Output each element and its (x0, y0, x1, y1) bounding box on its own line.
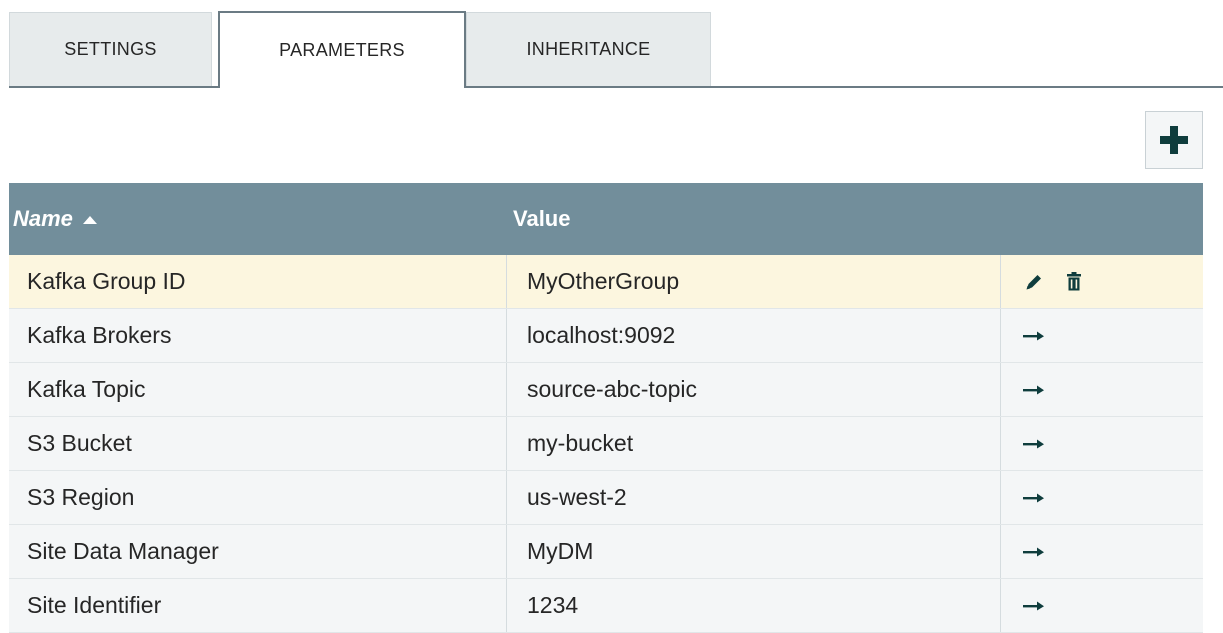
table-row[interactable]: Kafka Topic source-abc-topic (9, 363, 1203, 417)
parameter-value: MyOtherGroup (507, 255, 1001, 308)
tab-bar: SETTINGS PARAMETERS INHERITANCE (0, 0, 1223, 89)
plus-icon (1160, 126, 1188, 154)
parameters-table: Name Value Kafka Group ID MyOtherGroup K… (9, 183, 1203, 633)
goto-arrow-icon[interactable] (1023, 541, 1045, 563)
table-row[interactable]: S3 Region us-west-2 (9, 471, 1203, 525)
column-header-name[interactable]: Name (9, 206, 507, 232)
column-header-value[interactable]: Value (507, 206, 1001, 232)
table-row[interactable]: S3 Bucket my-bucket (9, 417, 1203, 471)
parameter-value: 1234 (507, 579, 1001, 632)
goto-arrow-icon[interactable] (1023, 487, 1045, 509)
table-header: Name Value (9, 183, 1203, 255)
parameter-name: Kafka Group ID (9, 255, 507, 308)
parameter-name: Site Identifier (9, 579, 507, 632)
add-parameter-button[interactable] (1145, 111, 1203, 169)
tab-parameters[interactable]: PARAMETERS (218, 11, 466, 89)
parameter-name: Kafka Brokers (9, 309, 507, 362)
row-actions (1001, 579, 1203, 632)
parameter-name: S3 Bucket (9, 417, 507, 470)
parameter-value: my-bucket (507, 417, 1001, 470)
table-row[interactable]: Kafka Group ID MyOtherGroup (9, 255, 1203, 309)
row-actions (1001, 471, 1203, 524)
tab-settings[interactable]: SETTINGS (9, 12, 212, 86)
parameter-value: us-west-2 (507, 471, 1001, 524)
column-header-name-label: Name (13, 206, 73, 231)
edit-icon[interactable] (1023, 271, 1045, 293)
parameter-name: Site Data Manager (9, 525, 507, 578)
table-row[interactable]: Site Data Manager MyDM (9, 525, 1203, 579)
column-header-value-label: Value (513, 206, 571, 231)
goto-arrow-icon[interactable] (1023, 595, 1045, 617)
sort-ascending-icon (82, 216, 97, 224)
parameter-name: Kafka Topic (9, 363, 507, 416)
table-row[interactable]: Site Identifier 1234 (9, 579, 1203, 633)
row-actions (1001, 255, 1203, 308)
delete-icon[interactable] (1063, 271, 1085, 293)
table-row[interactable]: Kafka Brokers localhost:9092 (9, 309, 1203, 363)
goto-arrow-icon[interactable] (1023, 433, 1045, 455)
tab-inheritance[interactable]: INHERITANCE (466, 12, 711, 86)
row-actions (1001, 309, 1203, 362)
row-actions (1001, 525, 1203, 578)
parameter-value: localhost:9092 (507, 309, 1001, 362)
goto-arrow-icon[interactable] (1023, 379, 1045, 401)
parameter-name: S3 Region (9, 471, 507, 524)
goto-arrow-icon[interactable] (1023, 325, 1045, 347)
parameter-value: source-abc-topic (507, 363, 1001, 416)
row-actions (1001, 363, 1203, 416)
parameter-value: MyDM (507, 525, 1001, 578)
row-actions (1001, 417, 1203, 470)
tab-divider (9, 86, 1223, 88)
